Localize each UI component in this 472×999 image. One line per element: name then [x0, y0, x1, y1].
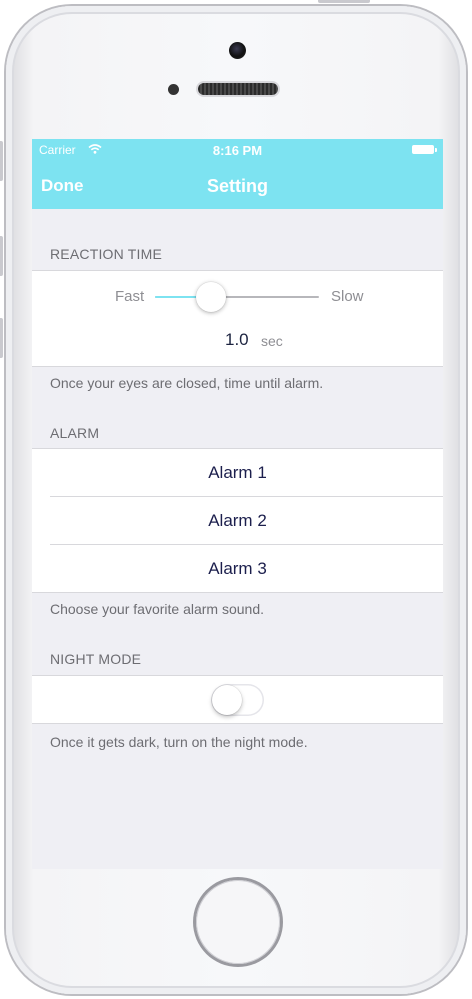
reaction-time-unit: sec [261, 333, 283, 349]
alarm-option-2[interactable]: Alarm 2 [32, 497, 443, 544]
navigation-bar: Carrier 8:16 PM Done Setting [32, 139, 443, 209]
reaction-time-cell: Fast Slow 1.0 sec [32, 270, 443, 367]
screen: Carrier 8:16 PM Done Setting REACTION TI… [32, 139, 443, 869]
status-time: 8:16 PM [212, 143, 263, 158]
earpiece-speaker [198, 83, 278, 95]
slider-max-label: Slow [331, 288, 364, 305]
home-button[interactable] [196, 880, 280, 964]
battery-icon [412, 145, 437, 154]
night-mode-header: NIGHT MODE [50, 651, 142, 667]
proximity-sensor [168, 84, 179, 95]
toggle-knob [212, 685, 242, 715]
slider-min-label: Fast [115, 288, 145, 305]
night-mode-toggle[interactable] [211, 684, 264, 716]
alarm-footer: Choose your favorite alarm sound. [50, 601, 264, 617]
reaction-time-footer: Once your eyes are closed, time until al… [50, 375, 324, 391]
reaction-time-header: REACTION TIME [50, 246, 163, 262]
alarm-option-1[interactable]: Alarm 1 [32, 449, 443, 496]
volume-down-button [0, 318, 3, 358]
alarm-header: ALARM [50, 425, 100, 441]
power-button [318, 0, 370, 3]
night-mode-cell [32, 675, 443, 724]
front-camera [229, 42, 246, 59]
alarm-list: Alarm 1 Alarm 2 Alarm 3 [32, 448, 443, 593]
night-mode-footer: Once it gets dark, turn on the night mod… [50, 734, 308, 750]
reaction-time-value: 1.0 [225, 330, 249, 349]
page-title: Setting [207, 176, 268, 196]
volume-up-button [0, 236, 3, 276]
mute-switch [0, 141, 3, 181]
alarm-option-3[interactable]: Alarm 3 [32, 545, 443, 592]
reaction-time-slider-thumb[interactable] [195, 282, 226, 312]
